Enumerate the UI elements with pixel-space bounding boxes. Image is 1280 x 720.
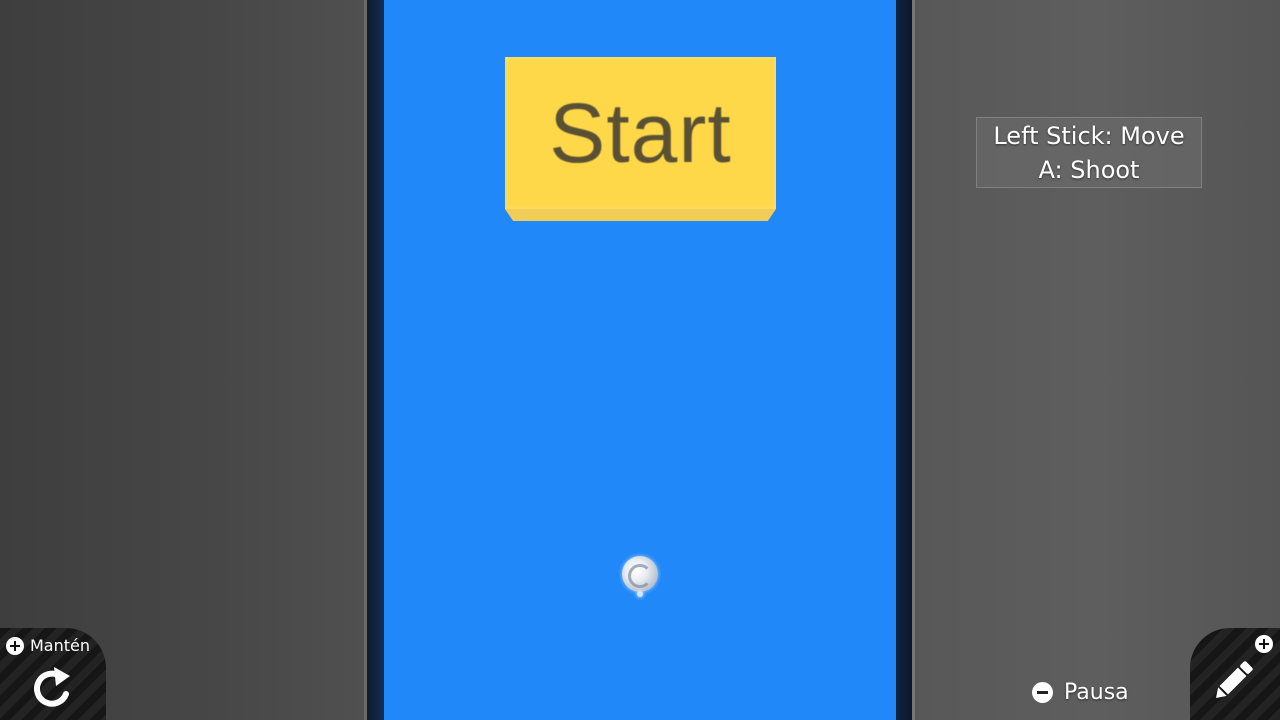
controls-hint-move: Left Stick: Move <box>993 122 1185 150</box>
start-button-label: Start <box>549 85 732 180</box>
hold-label: Mantén <box>30 636 91 655</box>
pause-label: Pausa <box>1064 679 1129 705</box>
plus-icon <box>6 637 24 655</box>
start-button-side <box>505 209 776 221</box>
controls-hint-shoot: A: Shoot <box>1038 156 1140 184</box>
edit-plus-icon <box>1255 635 1273 653</box>
pause-button[interactable]: Pausa <box>1032 676 1129 708</box>
player-thruster <box>637 591 643 597</box>
left-background-panel <box>0 0 366 720</box>
start-button[interactable]: Start <box>505 57 776 221</box>
rotate-arrow-icon[interactable] <box>26 664 78 712</box>
frame-edge-right <box>912 0 915 720</box>
frame-edge-left <box>364 0 367 720</box>
pencil-icon[interactable] <box>1208 656 1258 706</box>
player-ship-swirl <box>628 564 652 588</box>
right-background-panel <box>914 0 1280 720</box>
player-ship <box>622 556 658 597</box>
minus-icon <box>1032 681 1053 703</box>
controls-hint: Left Stick: Move A: Shoot <box>976 117 1202 188</box>
